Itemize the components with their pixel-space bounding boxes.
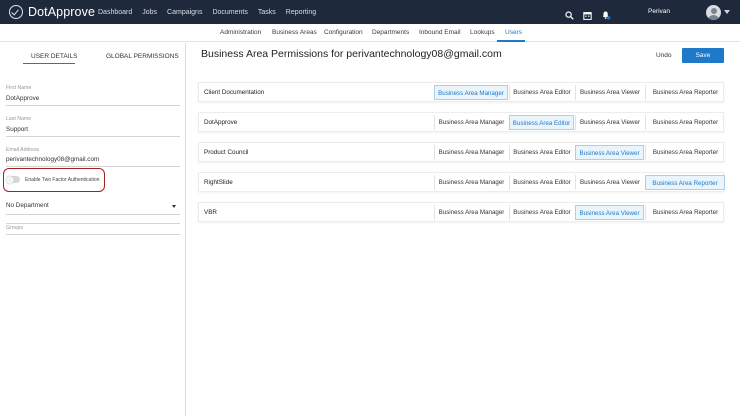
role-option-business-area-reporter[interactable]: Business Area Reporter — [645, 115, 725, 130]
role-option-business-area-editor[interactable]: Business Area Editor — [509, 145, 574, 160]
search-icon[interactable] — [565, 7, 574, 20]
subnav-lookups[interactable]: Lookups — [470, 29, 495, 36]
logo-check-icon — [9, 5, 23, 19]
business-area-name: DotApprove — [204, 119, 238, 126]
business-area-name: VBR — [204, 209, 217, 216]
role-option-business-area-manager[interactable]: Business Area Manager — [434, 205, 508, 220]
role-option-business-area-reporter[interactable]: Business Area Reporter — [645, 145, 725, 160]
top-navigation-bar: DotApprove Dashboard Jobs Campaigns Docu… — [0, 0, 740, 24]
main-menu: Dashboard Jobs Campaigns Documents Tasks… — [98, 9, 326, 16]
business-area-row: Product Council Business Area Manager Busi… — [198, 142, 724, 162]
undo-button[interactable]: Undo — [656, 52, 672, 59]
role-option-business-area-reporter[interactable]: Business Area Reporter — [645, 175, 725, 190]
business-area-row: Client Documentation Business Area Manage… — [198, 82, 724, 102]
subnav-business-areas[interactable]: Business Areas — [272, 29, 317, 36]
email-field[interactable]: perivantechnology08@gmail.com — [6, 156, 99, 163]
department-underline — [6, 214, 180, 215]
tab-user-details[interactable]: USER DETAILS — [31, 53, 77, 60]
role-option-business-area-editor[interactable]: Business Area Editor — [509, 205, 574, 220]
role-option-business-area-manager[interactable]: Business Area Manager — [434, 145, 508, 160]
business-area-row: RightSlide Business Area Manager Business … — [198, 172, 725, 192]
role-option-business-area-editor[interactable]: Business Area Editor — [509, 85, 574, 100]
last-name-underline — [6, 136, 180, 137]
role-option-business-area-viewer[interactable]: Business Area Viewer — [575, 85, 644, 100]
user-details-panel: USER DETAILS GLOBAL PERMISSIONS First Na… — [0, 43, 186, 416]
groups-underline — [6, 234, 180, 235]
role-option-business-area-viewer[interactable]: Business Area Viewer — [575, 145, 644, 160]
admin-subnav: Administration Business Areas Configurat… — [0, 24, 740, 42]
business-area-name: Client Documentation — [204, 89, 265, 96]
nav-documents[interactable]: Documents — [212, 9, 247, 16]
user-name[interactable]: Perivan — [648, 8, 670, 15]
business-area-row: VBR Business Area Manager Business Area Ed… — [198, 202, 724, 222]
user-avatar[interactable] — [706, 5, 721, 20]
nav-tasks[interactable]: Tasks — [258, 9, 276, 16]
role-option-business-area-viewer[interactable]: Business Area Viewer — [575, 175, 644, 190]
tab-global-permissions[interactable]: GLOBAL PERMISSIONS — [106, 53, 179, 60]
role-option-business-area-editor[interactable]: Business Area Editor — [509, 115, 574, 130]
business-area-name: RightSlide — [204, 179, 233, 186]
subnav-inbound-email[interactable]: Inbound Email — [419, 29, 461, 36]
groups-label: Groups — [6, 225, 24, 231]
top-icon-group — [565, 7, 619, 20]
role-option-business-area-reporter[interactable]: Business Area Reporter — [645, 85, 725, 100]
subnav-administration[interactable]: Administration — [220, 29, 261, 36]
last-name-field[interactable]: Support — [6, 126, 28, 133]
annotation-highlight — [3, 168, 105, 192]
role-option-business-area-viewer[interactable]: Business Area Viewer — [575, 205, 644, 220]
department-select[interactable]: No Department — [6, 202, 180, 214]
tab-active-indicator — [23, 63, 75, 64]
role-option-business-area-viewer[interactable]: Business Area Viewer — [575, 115, 644, 130]
business-area-name: Product Council — [204, 149, 249, 156]
last-name-label: Last Name — [6, 116, 32, 122]
role-option-business-area-reporter[interactable]: Business Area Reporter — [645, 205, 725, 220]
role-option-business-area-editor[interactable]: Business Area Editor — [509, 175, 574, 190]
bell-icon[interactable] — [601, 7, 611, 20]
first-name-field[interactable]: DotApprove — [6, 95, 39, 102]
first-name-label: First Name — [6, 85, 32, 91]
app-logo[interactable]: DotApprove — [9, 5, 95, 19]
nav-dashboard[interactable]: Dashboard — [98, 9, 132, 16]
subnav-departments[interactable]: Departments — [372, 29, 409, 36]
dropdown-caret-icon — [172, 205, 176, 208]
subnav-configuration[interactable]: Configuration — [324, 29, 363, 36]
subnav-users[interactable]: Users — [505, 29, 522, 36]
nav-jobs[interactable]: Jobs — [142, 9, 157, 16]
app-name: DotApprove — [27, 5, 95, 19]
email-label: Email Address — [6, 147, 40, 153]
role-option-business-area-manager[interactable]: Business Area Manager — [434, 175, 508, 190]
first-name-underline — [6, 105, 180, 106]
page-title: Business Area Permissions for perivantec… — [201, 48, 502, 60]
role-option-business-area-manager[interactable]: Business Area Manager — [434, 115, 508, 130]
nav-reporting[interactable]: Reporting — [286, 9, 316, 16]
department-value: No Department — [6, 202, 49, 209]
chevron-down-icon[interactable] — [724, 10, 730, 14]
subnav-active-indicator — [497, 40, 525, 42]
business-area-row: DotApprove Business Area Manager Business … — [198, 112, 724, 132]
save-button[interactable]: Save — [682, 48, 724, 63]
nav-campaigns[interactable]: Campaigns — [167, 9, 202, 16]
department-top-line — [6, 223, 180, 224]
role-option-business-area-manager[interactable]: Business Area Manager — [434, 85, 508, 100]
email-underline — [6, 166, 180, 167]
calendar-icon[interactable] — [583, 7, 592, 20]
